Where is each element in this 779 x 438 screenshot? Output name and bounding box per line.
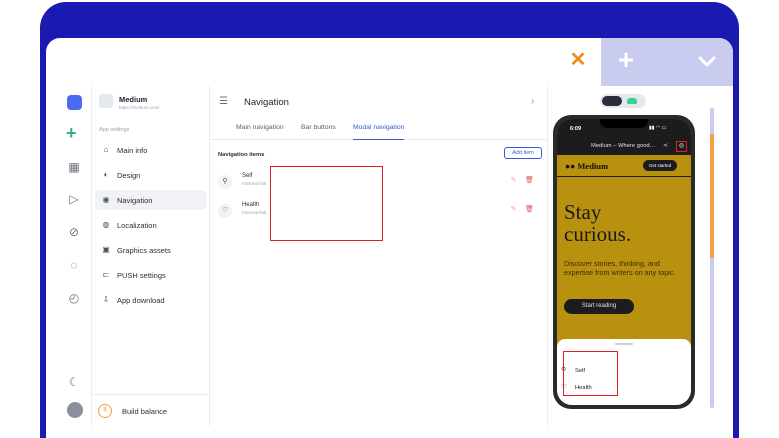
tab-main-navigation[interactable]: Main navigation bbox=[236, 124, 284, 140]
navigation-panel: ☰ Navigation › Main navigation Bar butto… bbox=[210, 86, 548, 426]
trash-icon[interactable]: 🗑 bbox=[525, 176, 534, 185]
sidebar-item-push-settings[interactable]: ⊏ PUSH settings bbox=[95, 265, 207, 285]
image-icon: ▣ bbox=[102, 245, 110, 254]
chevron-right-icon[interactable]: › bbox=[531, 96, 534, 107]
app-url: https://medium.com/ bbox=[119, 105, 160, 110]
app-logo-icon[interactable] bbox=[67, 95, 82, 110]
sidebar-item-label: Graphics assets bbox=[117, 246, 171, 255]
sidebar-item-label: Navigation bbox=[117, 196, 153, 205]
sidebar-item-main-info[interactable]: ⌂ Main info bbox=[95, 140, 207, 160]
sidebar-item-graphics-assets[interactable]: ▣ Graphics assets bbox=[95, 240, 207, 260]
send-icon[interactable]: ▷ bbox=[65, 190, 83, 208]
grid-icon[interactable]: ▦ bbox=[65, 158, 83, 176]
item-title: Self bbox=[242, 173, 253, 179]
build-balance-label: Build balance bbox=[122, 407, 168, 416]
sidebar-item-label: Design bbox=[117, 171, 141, 180]
compass-icon[interactable]: ◎ bbox=[676, 141, 687, 152]
sidebar-item-localization[interactable]: ◍ Localization bbox=[95, 215, 207, 235]
sidebar-item-design[interactable]: ◐ Design bbox=[95, 165, 207, 185]
coin-icon: $ bbox=[98, 404, 112, 418]
app-builder: + ▦ ▷ ⊘ ◌ ◴ ☾ Medium https://medium.com/… bbox=[56, 86, 733, 438]
start-reading-button[interactable]: Start reading bbox=[564, 299, 634, 314]
app-name: Medium bbox=[119, 95, 148, 104]
get-started-button[interactable]: Get started bbox=[643, 160, 677, 171]
edit-icon[interactable]: ✎ bbox=[509, 176, 518, 185]
tab-bar-buttons[interactable]: Bar buttons bbox=[301, 124, 336, 140]
sidebar-item-label: App download bbox=[117, 296, 165, 305]
tab-bar: Main navigation Bar buttons Modal naviga… bbox=[210, 124, 548, 140]
scrollbar-thumb[interactable] bbox=[710, 134, 714, 258]
item-subtitle: Internal link bbox=[242, 211, 267, 216]
push-icon: ⊏ bbox=[102, 270, 110, 279]
signal-icon: ▮▮ ◠ ▭ bbox=[649, 125, 667, 131]
settings-sidebar: Medium https://medium.com/ App settings … bbox=[92, 86, 210, 426]
status-time: 6:09 bbox=[570, 126, 582, 132]
device-toggle[interactable] bbox=[600, 94, 646, 108]
menu-icon[interactable]: ☰ bbox=[219, 97, 229, 107]
chevron-down-icon[interactable] bbox=[696, 50, 718, 72]
item-subtitle: Internal link bbox=[242, 182, 267, 187]
navigation-items-label: Navigation items bbox=[218, 152, 265, 158]
sidebar-item-label: Main info bbox=[117, 146, 148, 155]
compass-icon: ◉ bbox=[102, 195, 110, 204]
hero-line-2: curious. bbox=[564, 222, 632, 246]
web-navbar: Medium – Where good… ⋖ ◎ bbox=[557, 139, 691, 155]
status-bar: 6:09 ▮▮ ◠ ▭ bbox=[557, 119, 691, 139]
palette-icon: ◐ bbox=[103, 170, 109, 179]
build-balance-button[interactable]: $ Build balance bbox=[92, 394, 210, 426]
sidebar-item-app-download[interactable]: ⇩ App download bbox=[95, 290, 207, 310]
trash-icon[interactable]: 🗑 bbox=[525, 205, 534, 214]
medium-logo[interactable]: ●● Medium bbox=[565, 161, 608, 171]
hero-subtitle: Discover stories, thinking, and expertis… bbox=[564, 259, 676, 277]
sidebar-item-label: PUSH settings bbox=[117, 271, 166, 280]
section-label: App settings bbox=[99, 127, 130, 133]
sheet-handle[interactable] bbox=[615, 343, 633, 345]
android-icon[interactable] bbox=[627, 98, 637, 104]
globe-icon: ◍ bbox=[102, 220, 110, 229]
heart-icon: ♡ bbox=[218, 204, 232, 218]
highlight-box bbox=[563, 351, 618, 396]
download-icon: ⇩ bbox=[102, 295, 110, 304]
share-icon[interactable]: ⋖ bbox=[663, 142, 668, 149]
home-icon: ⌂ bbox=[103, 145, 109, 154]
phone-preview: 6:09 ▮▮ ◠ ▭ Medium – Where good… ⋖ ◎ ●● … bbox=[553, 115, 695, 409]
gauge-icon[interactable]: ◴ bbox=[65, 289, 83, 307]
notch bbox=[600, 119, 648, 128]
new-tab-button[interactable]: + bbox=[614, 46, 638, 74]
user-avatar[interactable] bbox=[67, 402, 83, 418]
hero-line-1: Stay bbox=[564, 200, 602, 224]
user-icon: ⚲ bbox=[218, 175, 232, 189]
close-icon[interactable]: ✕ bbox=[568, 50, 588, 70]
app-icon bbox=[99, 94, 113, 108]
page-title: Navigation bbox=[244, 97, 289, 108]
sidebar-item-navigation[interactable]: ◉ Navigation bbox=[95, 190, 207, 210]
edit-icon[interactable]: ✎ bbox=[509, 205, 518, 214]
puzzle-icon[interactable]: ⊘ bbox=[65, 223, 83, 241]
add-item-button[interactable]: Add item bbox=[504, 147, 542, 159]
site-header: ●● Medium Get started bbox=[557, 155, 691, 177]
tab-modal-navigation[interactable]: Modal navigation bbox=[353, 124, 405, 140]
add-app-button[interactable]: + bbox=[66, 124, 77, 142]
hero-heading: Stay curious. bbox=[564, 201, 631, 245]
moon-icon[interactable]: ☾ bbox=[65, 373, 83, 391]
sidebar-item-label: Localization bbox=[117, 221, 157, 230]
chat-icon[interactable]: ◌ bbox=[65, 256, 83, 274]
highlight-box bbox=[270, 166, 383, 241]
item-title: Health bbox=[242, 202, 260, 208]
icon-rail: + ▦ ▷ ⊘ ◌ ◴ ☾ bbox=[56, 86, 92, 426]
navbar-title: Medium – Where good… bbox=[591, 143, 656, 149]
apple-icon[interactable] bbox=[602, 96, 622, 106]
